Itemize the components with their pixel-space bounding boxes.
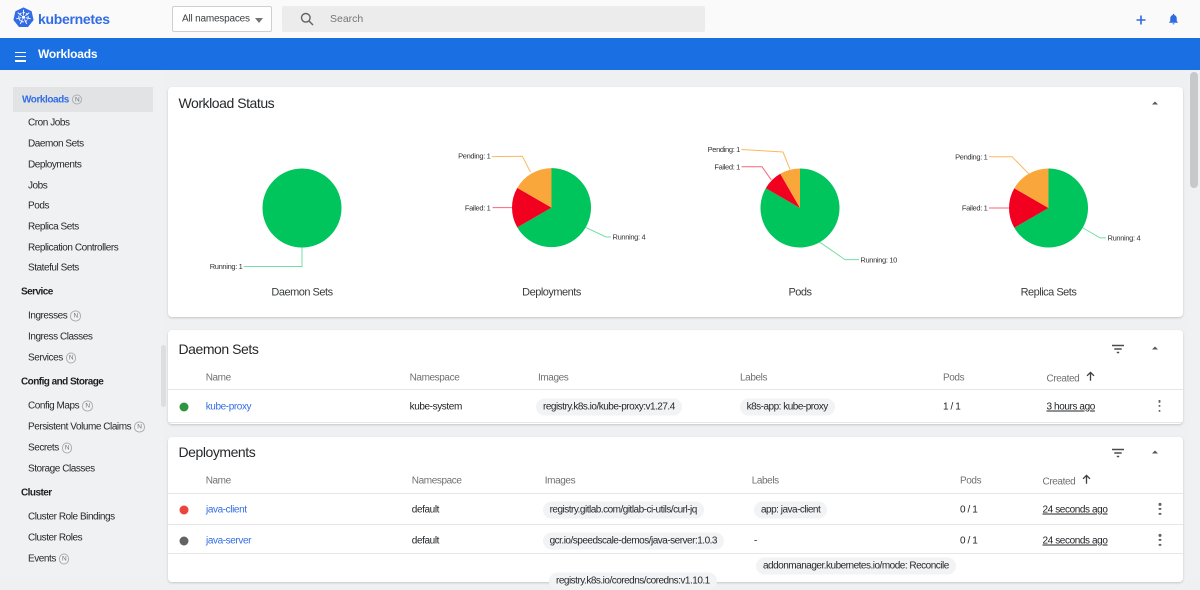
svg-text:Pods: Pods [788, 287, 812, 299]
svg-text:Running: 4: Running: 4 [1108, 234, 1141, 243]
svg-text:Deployments: Deployments [522, 287, 582, 299]
svg-text:Daemon Sets: Daemon Sets [271, 287, 333, 299]
svg-text:Pending: 1: Pending: 1 [458, 152, 491, 161]
svg-text:Running: 1: Running: 1 [210, 262, 243, 271]
svg-text:Failed: 1: Failed: 1 [962, 204, 988, 213]
svg-text:Running: 10: Running: 10 [860, 255, 897, 264]
svg-text:Replica Sets: Replica Sets [1021, 287, 1078, 299]
svg-text:Failed: 1: Failed: 1 [465, 203, 491, 212]
svg-text:Failed: 1: Failed: 1 [714, 162, 740, 171]
svg-text:Pending: 1: Pending: 1 [955, 152, 988, 161]
svg-text:Running: 4: Running: 4 [613, 233, 646, 242]
svg-text:Pending: 1: Pending: 1 [708, 145, 741, 154]
